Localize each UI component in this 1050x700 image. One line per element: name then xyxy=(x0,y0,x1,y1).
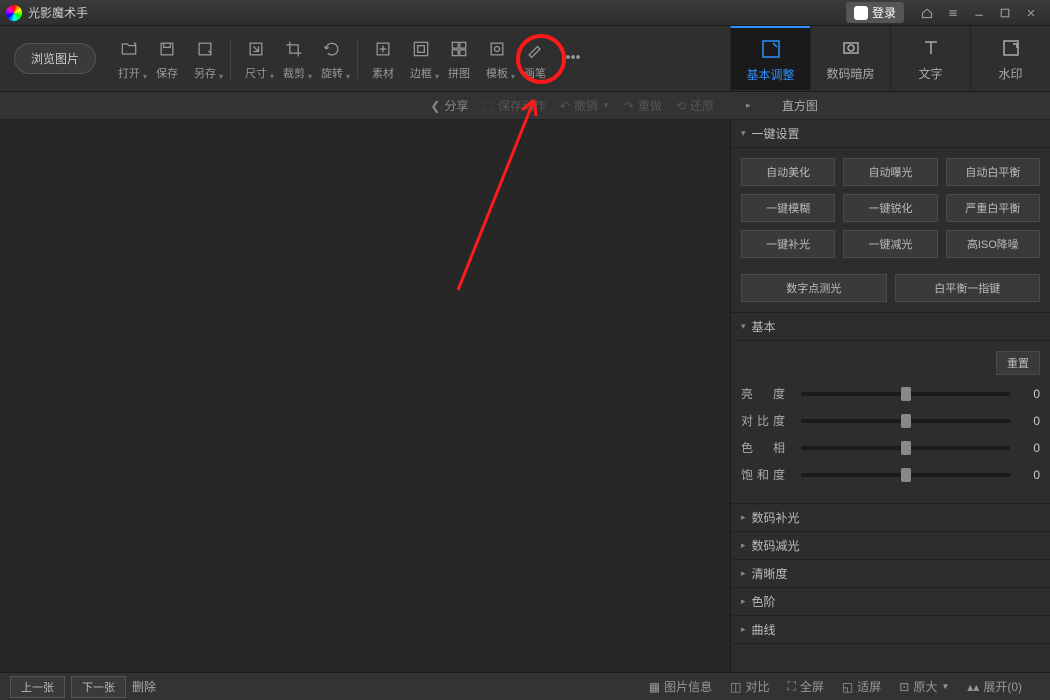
oneclick-自动美化[interactable]: 自动美化 xyxy=(741,158,835,186)
slider-色 相[interactable]: 色 相0 xyxy=(741,439,1040,456)
puzzle-tool[interactable]: 拼图 xyxy=(440,33,478,85)
fitscreen-button[interactable]: ◱适屏 xyxy=(842,678,881,695)
face-icon xyxy=(854,6,868,20)
compare-button[interactable]: ◫对比 xyxy=(730,678,769,695)
oneclick-一键锐化[interactable]: 一键锐化 xyxy=(843,194,937,222)
saveas-icon xyxy=(195,37,215,61)
next-button[interactable]: 下一张 xyxy=(71,676,126,698)
slider-对比度[interactable]: 对比度0 xyxy=(741,412,1040,429)
sub-toolbar: ❮分享 ⬚保存动作 ↶撤销▼ ↷重做 ⟲还原 xyxy=(0,92,730,120)
histogram-header[interactable]: ▸ 直方图 xyxy=(730,92,1050,120)
browse-button[interactable]: 浏览图片 xyxy=(14,43,96,74)
canvas-area[interactable] xyxy=(0,120,730,672)
size-icon xyxy=(246,37,266,61)
oneclick-一键补光[interactable]: 一键补光 xyxy=(741,230,835,258)
statusbar: 上一张 下一张 删除 ▦图片信息 ◫对比 ⛶全屏 ◱适屏 ⊡原大▼ ▴▴展开(0… xyxy=(0,672,1050,700)
basic-tab-icon xyxy=(759,36,783,62)
titlebar: 光影魔术手 登录 xyxy=(0,0,1050,26)
template-tool[interactable]: 模板 xyxy=(478,33,516,85)
oneclick-一键减光[interactable]: 一键减光 xyxy=(843,230,937,258)
home-button[interactable] xyxy=(914,3,940,23)
info-button[interactable]: ▦图片信息 xyxy=(649,678,712,695)
restore-button[interactable]: ⟲还原 xyxy=(676,97,714,114)
share-button[interactable]: ❮分享 xyxy=(430,97,468,114)
app-title: 光影魔术手 xyxy=(28,4,88,21)
slider-亮 度[interactable]: 亮 度0 xyxy=(741,385,1040,402)
brush-icon xyxy=(525,37,545,61)
oneclick-自动曝光[interactable]: 自动曝光 xyxy=(843,158,937,186)
login-button[interactable]: 登录 xyxy=(846,2,904,23)
crop-icon xyxy=(284,37,304,61)
oneclick-严重白平衡[interactable]: 严重白平衡 xyxy=(946,194,1040,222)
delete-button[interactable]: 删除 xyxy=(132,678,156,695)
original-button[interactable]: ⊡原大▼ xyxy=(899,678,949,695)
text-tab-icon xyxy=(919,35,943,61)
settings-button[interactable] xyxy=(940,3,966,23)
section-清晰度[interactable]: ▸清晰度 xyxy=(731,560,1050,588)
section-曲线[interactable]: ▸曲线 xyxy=(731,616,1050,644)
puzzle-icon xyxy=(449,37,469,61)
undo-button[interactable]: ↶撤销▼ xyxy=(560,97,610,114)
prev-button[interactable]: 上一张 xyxy=(10,676,65,698)
oneclick-高ISO降噪[interactable]: 高ISO降噪 xyxy=(946,230,1040,258)
minimize-button[interactable] xyxy=(966,3,992,23)
material-icon xyxy=(373,37,393,61)
border-tool[interactable]: 边框 xyxy=(402,33,440,85)
maximize-button[interactable] xyxy=(992,3,1018,23)
saveas-tool[interactable]: 另存 xyxy=(186,33,224,85)
right-panel: ▾一键设置 自动美化自动曝光自动白平衡一键模糊一键锐化严重白平衡一键补光一键减光… xyxy=(730,120,1050,672)
rotate-tool[interactable]: 旋转 xyxy=(313,33,351,85)
border-icon xyxy=(411,37,431,61)
expand-button[interactable]: ▴▴展开(0) xyxy=(967,678,1022,695)
oneclick-一键模糊[interactable]: 一键模糊 xyxy=(741,194,835,222)
fullscreen-button[interactable]: ⛶全屏 xyxy=(788,678,824,695)
more-tool[interactable] xyxy=(554,41,592,77)
section-数码补光[interactable]: ▸数码补光 xyxy=(731,504,1050,532)
redo-button[interactable]: ↷重做 xyxy=(624,97,662,114)
main-toolbar: 浏览图片 打开保存另存尺寸裁剪旋转素材边框拼图模板画笔 基本调整数码暗房文字水印 xyxy=(0,26,1050,92)
oneclick-白平衡一指键[interactable]: 白平衡一指键 xyxy=(895,274,1041,302)
tab-watermark[interactable]: 水印 xyxy=(970,26,1050,90)
slider-饱和度[interactable]: 饱和度0 xyxy=(741,466,1040,483)
close-button[interactable] xyxy=(1018,3,1044,23)
size-tool[interactable]: 尺寸 xyxy=(237,33,275,85)
oneclick-自动白平衡[interactable]: 自动白平衡 xyxy=(946,158,1040,186)
save-action-button[interactable]: ⬚保存动作 xyxy=(482,97,545,114)
section-色阶[interactable]: ▸色阶 xyxy=(731,588,1050,616)
oneclick-header[interactable]: ▾一键设置 xyxy=(731,120,1050,148)
oneclick-数字点测光[interactable]: 数字点测光 xyxy=(741,274,887,302)
darkroom-tab-icon xyxy=(839,35,863,61)
rotate-icon xyxy=(322,37,342,61)
brush-tool[interactable]: 画笔 xyxy=(516,33,554,85)
reset-button[interactable]: 重置 xyxy=(996,351,1040,375)
material-tool[interactable]: 素材 xyxy=(364,33,402,85)
section-数码减光[interactable]: ▸数码减光 xyxy=(731,532,1050,560)
template-icon xyxy=(487,37,507,61)
tab-text[interactable]: 文字 xyxy=(890,26,970,90)
open-tool[interactable]: 打开 xyxy=(110,33,148,85)
watermark-tab-icon xyxy=(999,35,1023,61)
crop-tool[interactable]: 裁剪 xyxy=(275,33,313,85)
save-icon xyxy=(157,37,177,61)
basic-header[interactable]: ▾基本 xyxy=(731,313,1050,341)
open-icon xyxy=(119,37,139,61)
tab-darkroom[interactable]: 数码暗房 xyxy=(810,26,890,90)
save-tool[interactable]: 保存 xyxy=(148,33,186,85)
app-icon xyxy=(6,5,22,21)
tab-basic[interactable]: 基本调整 xyxy=(730,26,810,90)
more-icon xyxy=(563,45,583,69)
